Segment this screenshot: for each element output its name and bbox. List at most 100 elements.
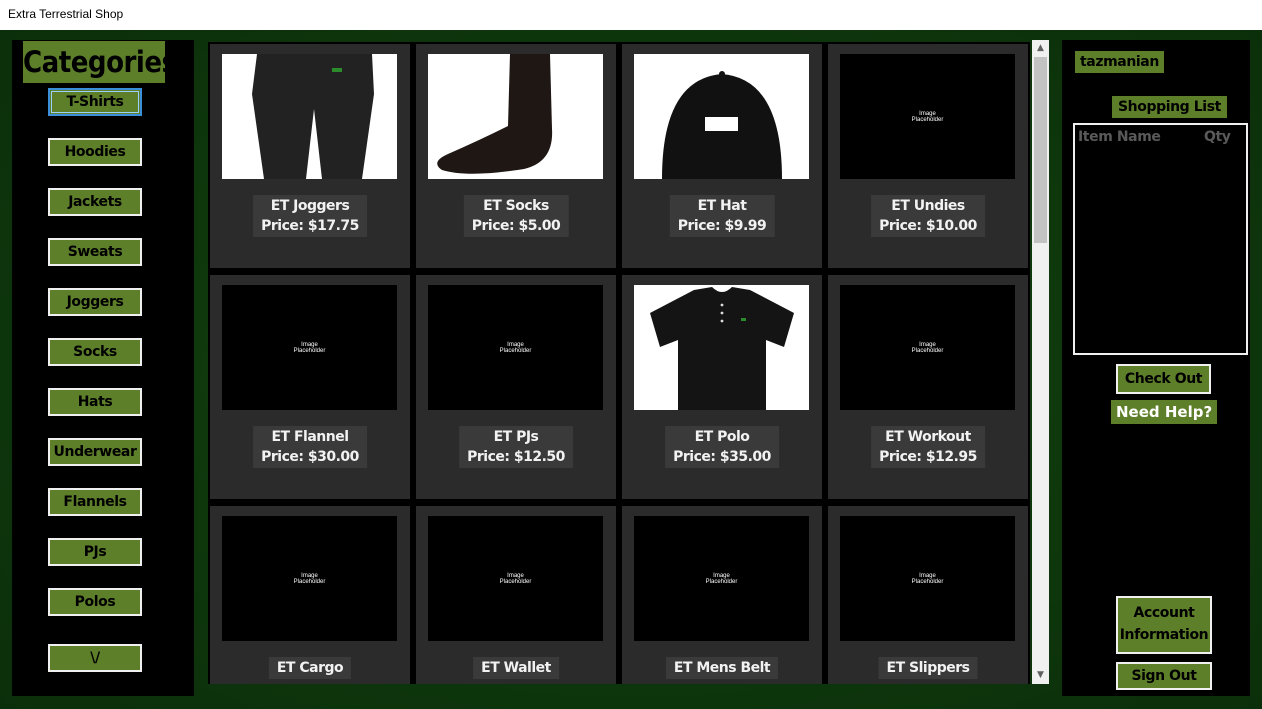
product-name: ET Socks [483,198,549,214]
product-label: ET Flannel Price: $30.00 [253,426,367,468]
product-label: ET PJs Price: $12.50 [459,426,573,468]
product-name: ET Polo [694,429,750,445]
category-pjs-button[interactable]: PJs [48,538,142,566]
column-header-qty: Qty [1204,129,1231,145]
placeholder-text: Placeholder [911,116,944,123]
product-price: Price: $35.00 [673,449,771,465]
app-window: Categories T-Shirts Hoodies Jackets Swea… [0,30,1262,709]
product-card[interactable]: Image Placeholder ET Cargo [210,506,410,684]
image-placeholder: Image Placeholder [840,285,1015,410]
placeholder-text: Placeholder [499,347,532,354]
category-panel: Categories T-Shirts Hoodies Jackets Swea… [12,40,194,696]
category-joggers-button[interactable]: Joggers [48,288,142,316]
category-socks-button[interactable]: Socks [48,338,142,366]
product-card[interactable]: Image Placeholder ET Undies Price: $10.00 [828,44,1028,268]
placeholder-text: Placeholder [293,578,326,585]
polo-image [634,285,809,410]
account-button-line: Account [1133,605,1195,621]
account-button-line: Information [1119,627,1209,643]
product-name: ET Cargo [276,660,344,676]
product-label: ET Cargo [268,657,352,679]
product-price: Price: $5.00 [471,218,561,234]
product-card[interactable]: Image Placeholder ET Wallet [416,506,616,684]
need-help-button[interactable]: Need Help? [1111,400,1218,424]
product-card[interactable]: Image Placeholder ET Flannel Price: $30.0… [210,275,410,499]
image-placeholder: Image Placeholder [428,285,603,410]
socks-image [428,54,603,179]
scroll-down-icon[interactable]: ▼ [1032,667,1049,684]
joggers-icon [252,54,374,179]
product-label: ET Polo Price: $35.00 [665,426,779,468]
product-card[interactable]: ET Hat Price: $9.99 [622,44,822,268]
category-tshirts-button[interactable]: T-Shirts [48,88,142,116]
product-price: Price: $30.00 [261,449,359,465]
placeholder-text: Placeholder [705,578,738,585]
product-label: ET Socks Price: $5.00 [463,195,569,237]
product-label: ET Wallet [473,657,559,679]
product-name: ET Mens Belt [673,660,771,676]
product-name: ET Hat [697,198,747,214]
joggers-image [222,54,397,179]
product-name: ET Slippers [886,660,970,676]
scrollbar-thumb[interactable] [1034,57,1047,243]
image-placeholder: Image Placeholder [428,516,603,641]
window-title: Extra Terrestrial Shop [0,0,1262,30]
shopping-list[interactable]: Item Name Qty [1073,123,1248,355]
placeholder-text: Placeholder [911,347,944,354]
image-placeholder: Image Placeholder [222,285,397,410]
image-placeholder: Image Placeholder [840,54,1015,179]
product-label: ET Joggers Price: $17.75 [253,195,367,237]
product-label: ET Undies Price: $10.00 [871,195,985,237]
scroll-up-icon[interactable]: ▲ [1032,40,1049,57]
username-label: tazmanian [1075,51,1164,73]
account-panel: tazmanian Shopping List Item Name Qty Ch… [1062,40,1250,696]
categories-more-button[interactable]: \/ [48,644,142,672]
product-name: ET Workout [885,429,971,445]
column-header-item: Item Name [1078,129,1161,145]
product-card[interactable]: ET Polo Price: $35.00 [622,275,822,499]
product-price: Price: $17.75 [261,218,359,234]
category-flannels-button[interactable]: Flannels [48,488,142,516]
product-price: Price: $12.50 [467,449,565,465]
account-information-button[interactable]: Account Information [1116,596,1212,654]
placeholder-text: Placeholder [911,578,944,585]
product-name: ET Flannel [271,429,349,445]
product-card[interactable]: Image Placeholder ET Workout Price: $12.9… [828,275,1028,499]
checkout-button[interactable]: Check Out [1116,364,1211,394]
product-name: ET Joggers [270,198,350,214]
category-underwear-button[interactable]: Underwear [48,438,142,466]
image-placeholder: Image Placeholder [222,516,397,641]
product-card[interactable]: Image Placeholder ET Slippers [828,506,1028,684]
product-label: ET Slippers [878,657,978,679]
category-polos-button[interactable]: Polos [48,588,142,616]
category-hoodies-button[interactable]: Hoodies [48,138,142,166]
product-label: ET Workout Price: $12.95 [871,426,985,468]
placeholder-text: Placeholder [293,347,326,354]
shopping-list-title: Shopping List [1112,96,1227,118]
sock-icon [437,54,553,174]
category-hats-button[interactable]: Hats [48,388,142,416]
product-price: Price: $10.00 [879,218,977,234]
category-jackets-button[interactable]: Jackets [48,188,142,216]
hat-logo-patch [705,117,738,131]
product-card[interactable]: Image Placeholder ET Mens Belt [622,506,822,684]
product-label: ET Hat Price: $9.99 [669,195,775,237]
sign-out-button[interactable]: Sign Out [1116,662,1212,690]
product-card[interactable]: ET Socks Price: $5.00 [416,44,616,268]
category-sweats-button[interactable]: Sweats [48,238,142,266]
product-grid: ET Joggers Price: $17.75 ET Socks Price:… [208,42,1030,684]
product-name: ET Wallet [481,660,551,676]
hat-image [634,54,809,179]
placeholder-text: Placeholder [499,578,532,585]
product-price: Price: $12.95 [879,449,977,465]
image-placeholder: Image Placeholder [840,516,1015,641]
product-name: ET Undies [891,198,965,214]
categories-title: Categories [23,41,177,83]
product-card[interactable]: ET Joggers Price: $17.75 [210,44,410,268]
product-scrollbar[interactable]: ▲ ▼ [1032,40,1049,684]
product-card[interactable]: Image Placeholder ET PJs Price: $12.50 [416,275,616,499]
polo-shirt-icon [650,287,794,410]
product-name: ET PJs [493,429,539,445]
product-price: Price: $9.99 [677,218,767,234]
product-label: ET Mens Belt [665,657,779,679]
